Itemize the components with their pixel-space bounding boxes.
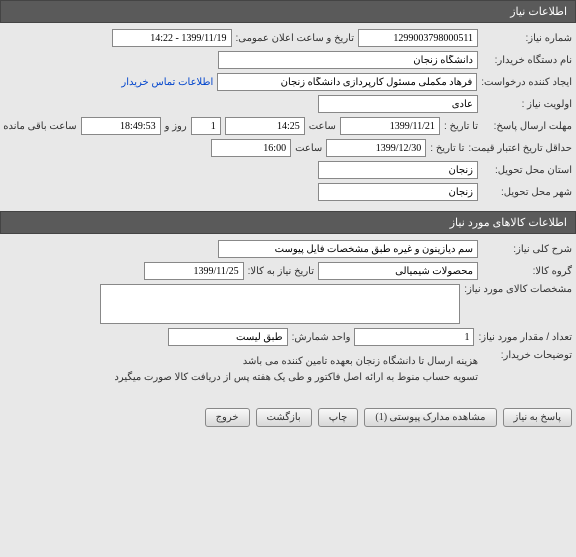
input-buyer[interactable]	[218, 51, 478, 69]
print-button[interactable]: چاپ	[318, 408, 359, 427]
button-bar: پاسخ به نیاز مشاهده مدارک پیوستی (1) چاپ…	[0, 400, 576, 435]
label-deadline: مهلت ارسال پاسخ:	[482, 121, 572, 132]
buyer-notes-text: هزینه ارسال تا دانشگاه زنجان بعهده تامین…	[114, 350, 478, 390]
input-requester[interactable]	[217, 73, 477, 91]
label-delivery-state: استان محل تحویل:	[482, 165, 572, 176]
link-contact-buyer[interactable]: اطلاعات تماس خریدار	[121, 77, 213, 88]
label-desc: شرح کلی نیاز:	[482, 244, 572, 255]
label-to-date-2: تا تاریخ :	[430, 143, 464, 154]
label-group: گروه کالا:	[482, 266, 572, 277]
input-delivery-city[interactable]	[318, 183, 478, 201]
label-need-by: تاریخ نیاز به کالا:	[248, 266, 314, 277]
label-validity: حداقل تاریخ اعتبار قیمت:	[468, 143, 572, 154]
label-time-1: ساعت	[309, 121, 336, 132]
input-countdown[interactable]	[81, 117, 161, 135]
section-header-goods-info: اطلاعات کالاهای مورد نیاز	[0, 211, 576, 234]
input-delivery-state[interactable]	[318, 161, 478, 179]
input-need-number[interactable]	[358, 29, 478, 47]
label-priority: اولویت نیاز :	[482, 99, 572, 110]
attachments-button[interactable]: مشاهده مدارک پیوستی (1)	[364, 408, 496, 427]
buyer-notes-line1: هزینه ارسال تا دانشگاه زنجان بعهده تامین…	[114, 354, 478, 370]
exit-button[interactable]: خروج	[205, 408, 250, 427]
form-need-info: شماره نیاز: تاریخ و ساعت اعلان عمومی: نا…	[0, 23, 576, 211]
label-qty: تعداد / مقدار مورد نیاز:	[478, 332, 572, 343]
buyer-notes-line2: تسویه حساب منوط به ارائه اصل فاکتور و طی…	[114, 370, 478, 386]
label-spec: مشخصات کالای مورد نیاز:	[464, 284, 572, 295]
label-announce: تاریخ و ساعت اعلان عمومی:	[236, 33, 355, 44]
textarea-spec[interactable]	[100, 284, 460, 324]
label-requester: ایجاد کننده درخواست:	[481, 77, 572, 88]
input-announce[interactable]	[112, 29, 232, 47]
input-need-by[interactable]	[144, 262, 244, 280]
section-header-need-info: اطلاعات نیاز	[0, 0, 576, 23]
form-goods-info: شرح کلی نیاز: گروه کالا: تاریخ نیاز به ک…	[0, 234, 576, 400]
label-remaining: ساعت باقی مانده	[3, 121, 76, 132]
label-unit: واحد شمارش:	[292, 332, 351, 343]
input-priority[interactable]	[318, 95, 478, 113]
label-time-2: ساعت	[295, 143, 322, 154]
input-qty[interactable]	[354, 328, 474, 346]
label-to-date: تا تاریخ :	[444, 121, 478, 132]
back-button[interactable]: بازگشت	[256, 408, 312, 427]
input-desc[interactable]	[218, 240, 478, 258]
input-deadline-time[interactable]	[225, 117, 305, 135]
input-validity-date[interactable]	[326, 139, 426, 157]
input-deadline-date[interactable]	[340, 117, 440, 135]
label-buyer: نام دستگاه خریدار:	[482, 55, 572, 66]
label-days: روز و	[165, 121, 187, 132]
reply-button[interactable]: پاسخ به نیاز	[503, 408, 573, 427]
label-buyer-notes: توضیحات خریدار:	[482, 350, 572, 361]
input-unit[interactable]	[168, 328, 288, 346]
label-delivery-city: شهر محل تحویل:	[482, 187, 572, 198]
input-validity-time[interactable]	[211, 139, 291, 157]
input-group[interactable]	[318, 262, 478, 280]
label-need-number: شماره نیاز:	[482, 33, 572, 44]
input-days[interactable]	[191, 117, 221, 135]
